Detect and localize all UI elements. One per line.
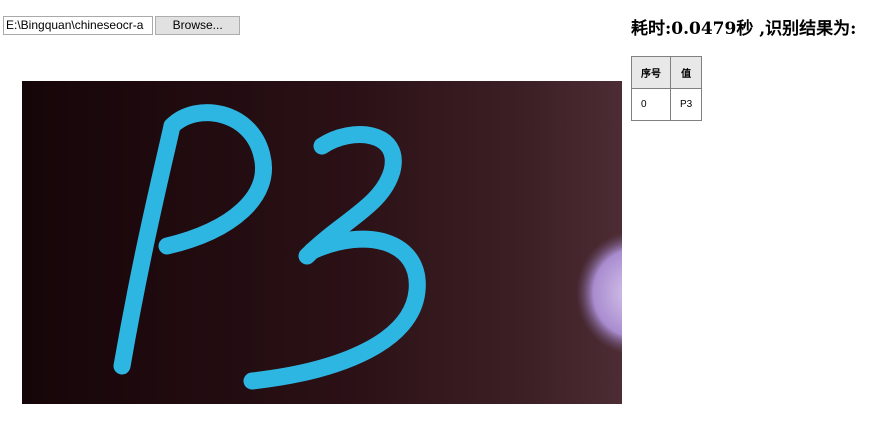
- column-header-index: 序号: [631, 56, 671, 89]
- result-table: 序号 值 0 P3: [631, 56, 703, 121]
- ocr-input-image: [22, 81, 622, 404]
- table-row: 0 P3: [631, 88, 703, 121]
- column-header-value: 值: [669, 56, 703, 89]
- cell-index: 0: [631, 88, 671, 121]
- file-path-field[interactable]: E:\Bingquan\chineseocr-a: [3, 16, 154, 35]
- file-upload-control[interactable]: E:\Bingquan\chineseocr-a Browse...: [3, 16, 240, 35]
- ocr-demo-page: E:\Bingquan\chineseocr-a Browse... 耗时:0.…: [0, 0, 881, 433]
- browse-button[interactable]: Browse...: [155, 16, 240, 35]
- result-title: 耗时:0.0479秒 ,识别结果为:: [631, 19, 857, 39]
- cell-value: P3: [669, 88, 703, 121]
- table-header-row: 序号 值: [631, 56, 703, 89]
